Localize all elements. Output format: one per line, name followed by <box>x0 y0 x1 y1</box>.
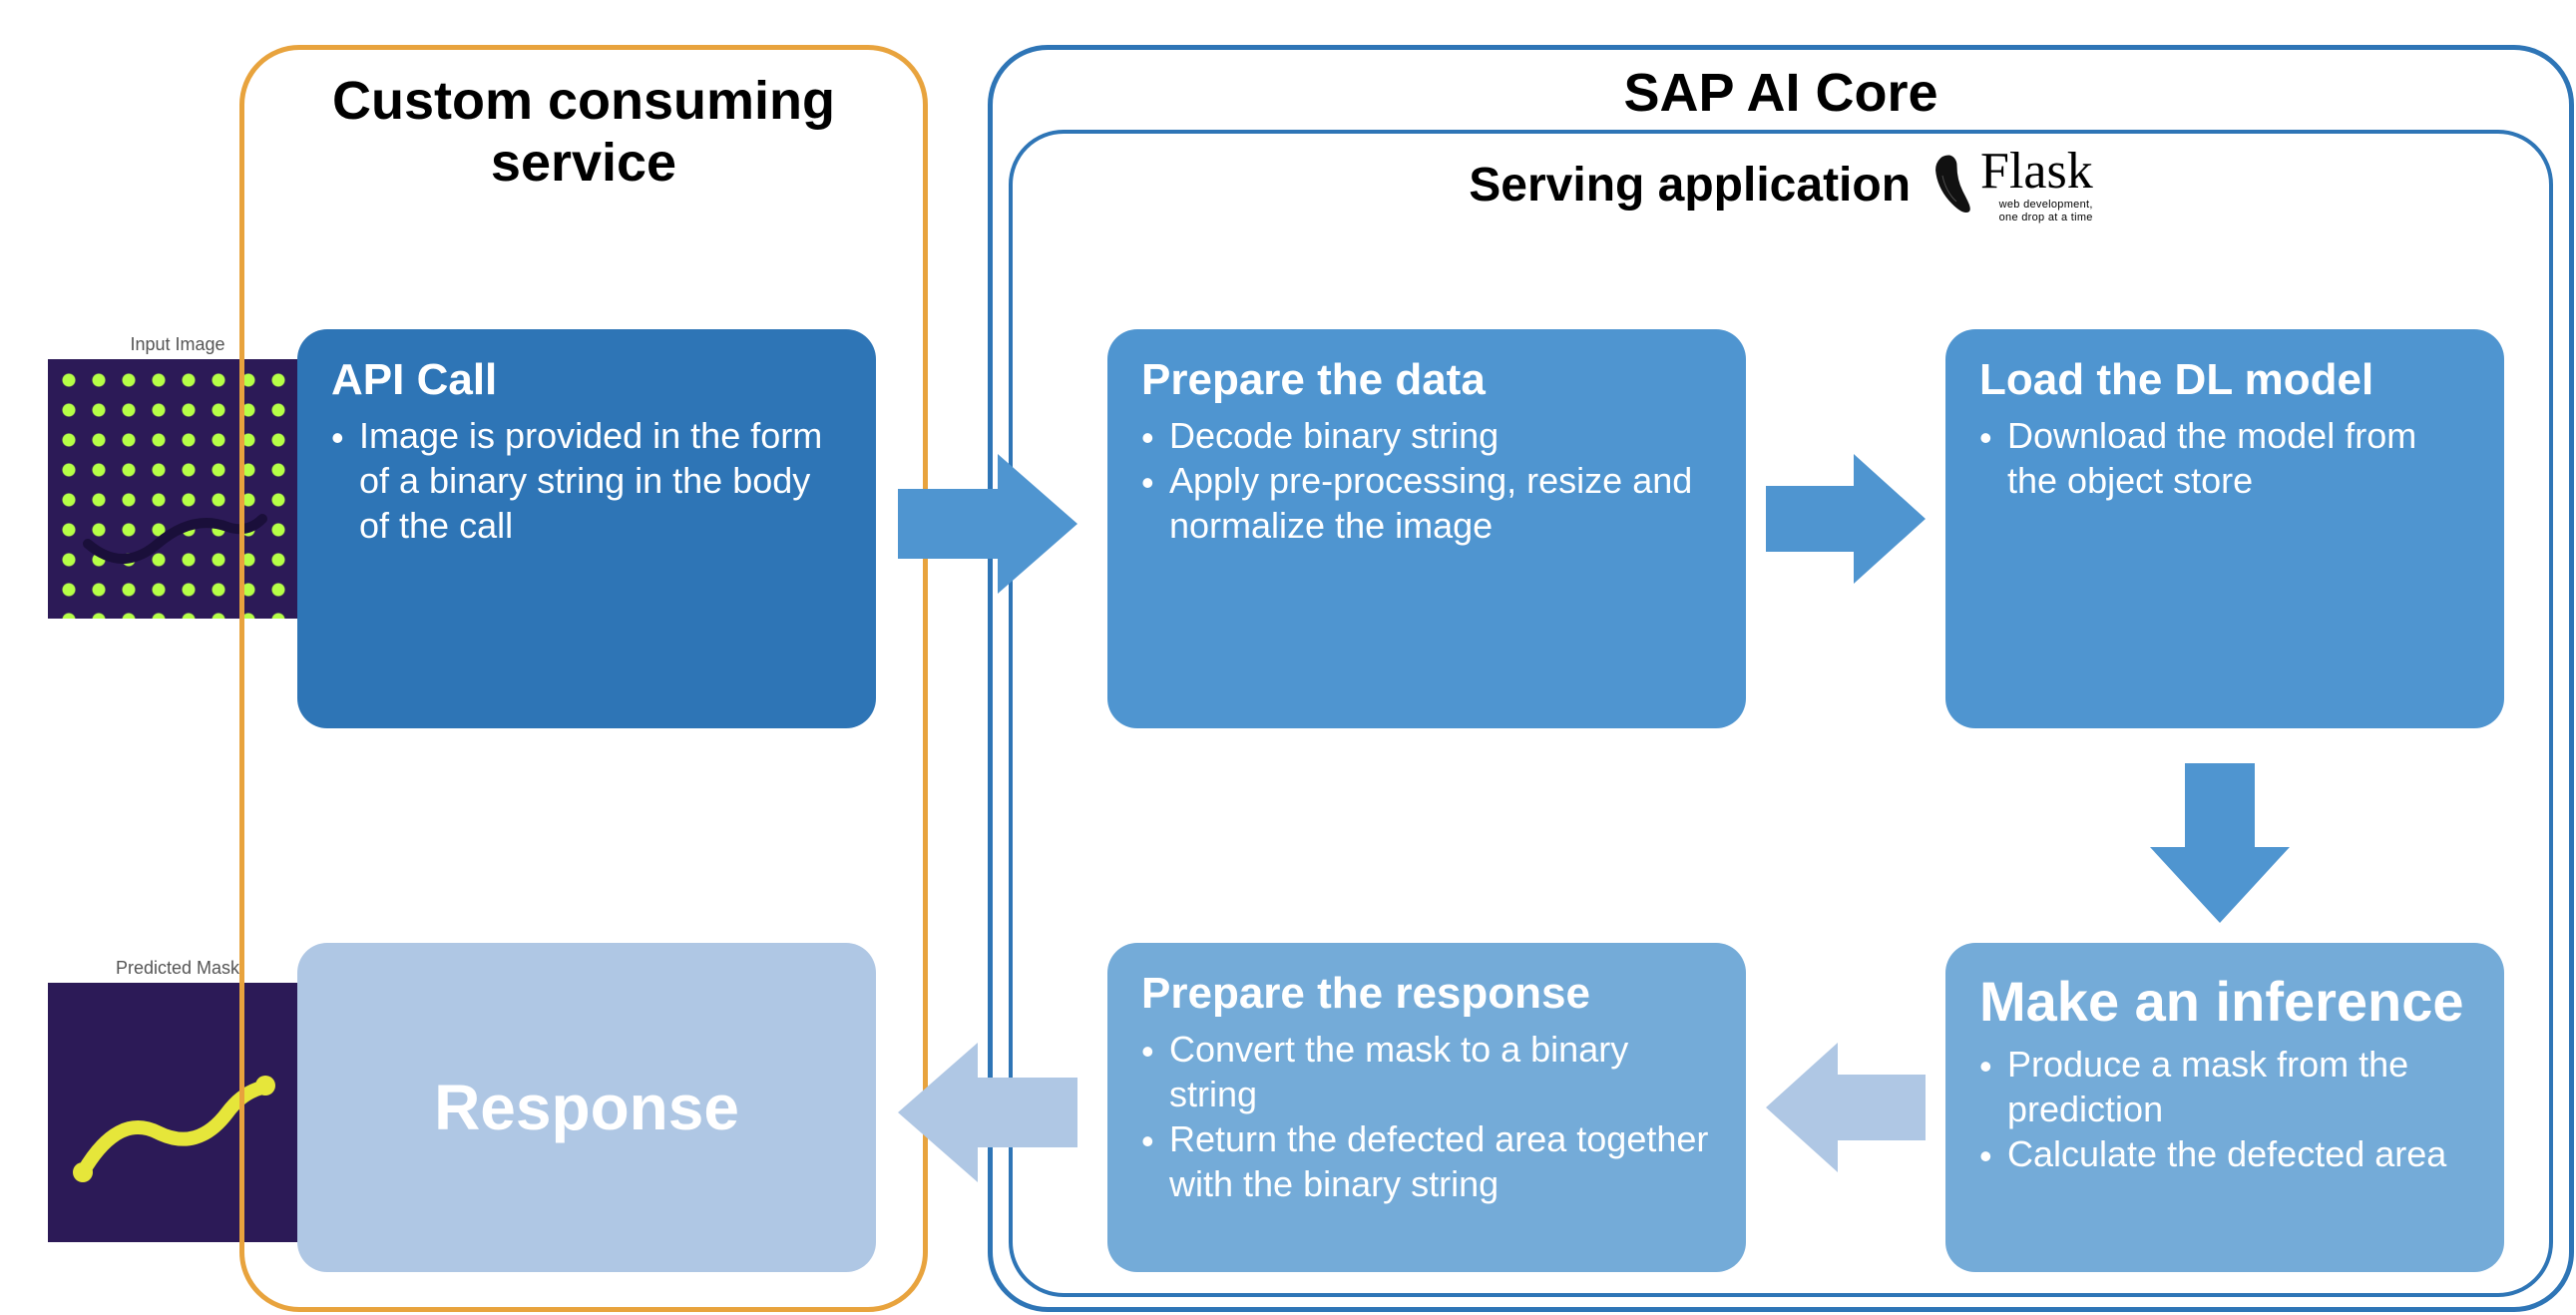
prepare-response-title: Prepare the response <box>1141 969 1712 1019</box>
prepare-data-title: Prepare the data <box>1141 355 1712 405</box>
flask-logo: Flask web development, one drop at a tim… <box>1923 146 2093 223</box>
diagram-root: Input Image Predicted Mask Custom consum… <box>30 30 2546 1285</box>
serving-application-title: Serving application <box>1469 158 1911 213</box>
flask-sub2: one drop at a time <box>1980 213 2093 223</box>
load-model-card: Load the DL model Download the model fro… <box>1945 329 2504 728</box>
prepare-response-card: Prepare the response Convert the mask to… <box>1107 943 1746 1272</box>
arrow-load-to-inference <box>2150 763 2290 923</box>
arrow-apicall-to-prepare <box>898 454 1077 594</box>
prepare-data-card: Prepare the data Decode binary string Ap… <box>1107 329 1746 728</box>
flask-sub1: web development, <box>1980 200 2093 211</box>
sap-ai-core-title: SAP AI Core <box>993 50 2569 130</box>
inference-bullet-1: Calculate the defected area <box>1979 1131 2470 1176</box>
response-card: Response <box>297 943 876 1272</box>
inference-bullet-0: Produce a mask from the prediction <box>1979 1042 2470 1131</box>
serving-header: Serving application Flask web developmen… <box>1013 134 2549 223</box>
api-call-title: API Call <box>331 355 842 405</box>
response-title: Response <box>434 1071 739 1144</box>
custom-consuming-service-title: Custom consuming service <box>244 50 923 204</box>
arrow-prepare-response-to-response <box>898 1043 1077 1182</box>
inference-title: Make an inference <box>1979 969 2470 1034</box>
load-model-title: Load the DL model <box>1979 355 2470 405</box>
arrow-prepare-to-load <box>1766 454 1926 584</box>
load-model-bullet-0: Download the model from the object store <box>1979 413 2470 503</box>
api-call-card: API Call Image is provided in the form o… <box>297 329 876 728</box>
prepare-data-bullet-1: Apply pre-processing, resize and normali… <box>1141 458 1712 548</box>
prepare-data-bullet-0: Decode binary string <box>1141 413 1712 458</box>
flask-wordmark: Flask <box>1980 146 2093 198</box>
prepare-response-bullet-0: Convert the mask to a binary string <box>1141 1027 1712 1116</box>
api-call-bullet-0: Image is provided in the form of a binar… <box>331 413 842 548</box>
flask-horn-icon <box>1923 152 1974 218</box>
prepare-response-bullet-1: Return the defected area together with t… <box>1141 1116 1712 1206</box>
inference-card: Make an inference Produce a mask from th… <box>1945 943 2504 1272</box>
arrow-inference-to-prepare-response <box>1766 1043 1926 1172</box>
